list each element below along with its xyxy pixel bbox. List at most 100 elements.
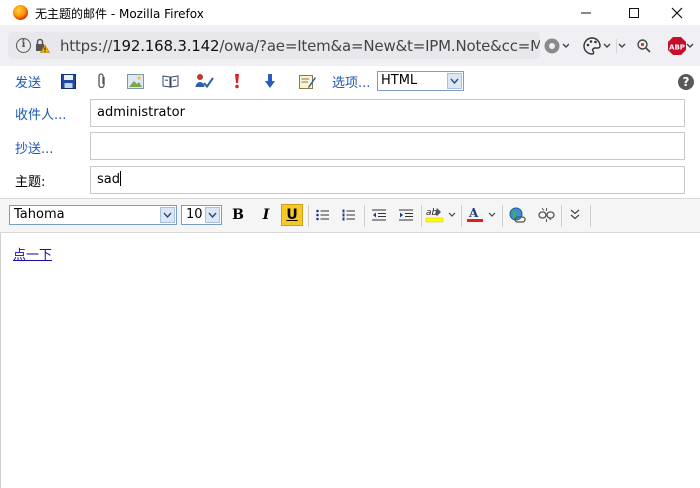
close-icon <box>671 7 683 18</box>
message-format-value: HTML <box>381 73 418 88</box>
bullets-button[interactable] <box>312 204 334 226</box>
check-names-button[interactable] <box>193 72 215 90</box>
font-family-select[interactable]: Tahoma <box>9 205 177 225</box>
font-size-value: 10 <box>186 207 203 222</box>
insert-image-icon <box>126 73 144 89</box>
font-color-button[interactable]: A <box>465 204 499 226</box>
menu-button[interactable] <box>616 37 626 55</box>
message-body-editor[interactable]: 点一下 <box>0 233 700 488</box>
insert-image-button[interactable] <box>125 72 145 90</box>
more-options-icon <box>570 209 580 220</box>
check-names-icon <box>195 74 214 89</box>
url-host: 192.168.3.142 <box>112 37 220 55</box>
subject-field[interactable]: sad <box>90 166 685 194</box>
minimize-icon <box>581 12 591 13</box>
underline-button[interactable]: U <box>281 204 303 226</box>
to-label-button[interactable]: 收件人... <box>15 104 66 123</box>
increase-indent-icon <box>399 209 413 221</box>
menu-icon <box>616 39 626 53</box>
low-importance-button[interactable] <box>262 72 278 90</box>
formatting-toolbar: Tahoma 10 B I U ab A <box>0 198 700 233</box>
toolbar-divider <box>308 205 309 227</box>
compose-toolbar: 发送 选项... HTML ? <box>0 66 700 96</box>
insert-link-icon <box>509 207 526 223</box>
font-color-label: A <box>468 206 479 220</box>
cc-label-button[interactable]: 抄送... <box>15 138 53 157</box>
toolbar-divider <box>590 205 591 227</box>
font-size-select[interactable]: 10 <box>181 205 222 225</box>
chevron-down-icon <box>160 207 175 223</box>
to-field[interactable]: administrator <box>90 99 685 127</box>
insecure-lock-icon[interactable] <box>35 38 50 53</box>
toolbar-divider <box>561 205 562 227</box>
window-title: 无主题的邮件 - Mozilla Firefox <box>35 7 204 21</box>
chevron-down-icon <box>447 73 462 89</box>
palette-button[interactable] <box>583 37 613 55</box>
signature-icon <box>298 75 316 89</box>
high-importance-icon <box>235 74 239 89</box>
insert-link-button[interactable] <box>506 204 528 226</box>
close-button[interactable] <box>654 0 700 25</box>
decrease-indent-icon <box>372 209 386 221</box>
maximize-icon <box>629 7 639 18</box>
send-button[interactable]: 发送 <box>15 72 41 91</box>
help-button[interactable]: ? <box>678 74 694 90</box>
info-icon[interactable]: i <box>16 38 31 53</box>
toolbar-divider <box>421 205 422 227</box>
remove-link-icon <box>537 207 555 222</box>
bold-label: B <box>232 207 244 223</box>
chevron-down-icon <box>205 207 220 223</box>
italic-button[interactable]: I <box>255 204 277 226</box>
maximize-button[interactable] <box>611 0 657 25</box>
bold-button[interactable]: B <box>227 204 249 226</box>
window-titlebar: 无主题的邮件 - Mozilla Firefox <box>0 0 700 25</box>
numbering-button[interactable] <box>338 204 360 226</box>
highlight-icon: ab <box>425 208 456 223</box>
extension-button[interactable] <box>543 37 569 55</box>
high-importance-button[interactable] <box>229 72 245 90</box>
minimize-button[interactable] <box>563 0 609 25</box>
signature-button[interactable] <box>297 72 317 90</box>
message-format-select[interactable]: HTML <box>377 71 464 91</box>
toolbar-divider <box>461 205 462 227</box>
font-family-value: Tahoma <box>14 207 65 222</box>
adblock-plus-button[interactable]: ABP <box>668 37 694 55</box>
highlight-button[interactable]: ab <box>424 204 458 226</box>
increase-indent-button[interactable] <box>395 204 417 226</box>
url-bar[interactable]: i https://192.168.3.142/owa/?ae=Item&a=N… <box>8 32 540 59</box>
save-icon <box>60 73 76 89</box>
font-color-icon: A <box>467 206 496 222</box>
text-caret <box>120 171 121 186</box>
cc-field[interactable] <box>90 132 685 160</box>
url-path: /owa/?ae=Item&a=New&t=IPM.Note&cc=MTO <box>219 37 540 55</box>
italic-label: I <box>262 207 270 223</box>
decrease-indent-button[interactable] <box>368 204 390 226</box>
address-book-button[interactable] <box>160 72 180 90</box>
firefox-logo-icon <box>13 5 28 20</box>
attach-icon <box>98 73 105 89</box>
remove-link-button[interactable] <box>535 204 557 226</box>
search-addon-button[interactable] <box>636 37 652 55</box>
low-importance-icon <box>265 74 275 88</box>
more-options-button[interactable] <box>564 204 586 226</box>
address-book-icon <box>162 75 178 88</box>
attach-button[interactable] <box>92 72 112 90</box>
options-button[interactable]: 选项... <box>332 72 370 91</box>
palette-icon <box>583 37 611 55</box>
abp-label: ABP <box>669 44 685 52</box>
subject-value: sad <box>97 172 120 187</box>
save-button[interactable] <box>58 72 78 90</box>
editor-left-border <box>0 233 1 488</box>
url-text[interactable]: https://192.168.3.142/owa/?ae=Item&a=New… <box>60 37 540 55</box>
bullets-icon <box>316 209 329 221</box>
search-addon-icon <box>637 39 651 53</box>
toolbar-divider <box>502 205 503 227</box>
body-link[interactable]: 点一下 <box>13 244 52 263</box>
to-value: administrator <box>97 105 185 120</box>
url-scheme: https:// <box>60 37 113 55</box>
extension-icon <box>544 38 569 54</box>
numbering-icon <box>342 209 355 221</box>
underline-label: U <box>286 207 298 223</box>
navigation-toolbar: i https://192.168.3.142/owa/?ae=Item&a=N… <box>0 25 700 66</box>
subject-label: 主题: <box>15 175 46 190</box>
